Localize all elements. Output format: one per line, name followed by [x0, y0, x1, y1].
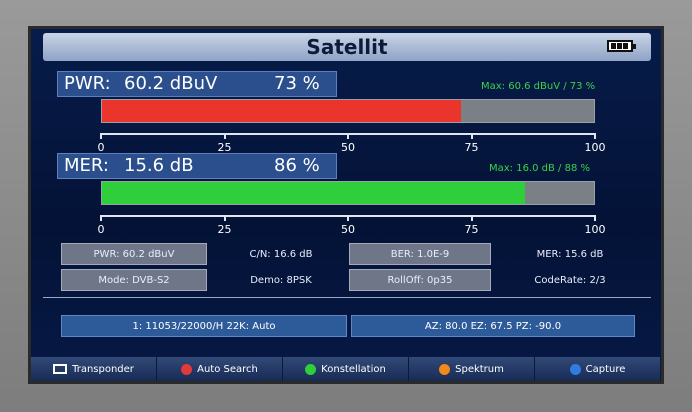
info-coderate: CodeRate: 2/3: [534, 274, 606, 286]
softkey-transponder[interactable]: Transponder: [31, 357, 157, 381]
mer-percent: 86 %: [274, 155, 320, 176]
axis-tick: [470, 133, 473, 139]
info-mode: Mode: DVB-S2: [61, 269, 207, 291]
mer-label: MER:: [64, 155, 109, 176]
battery-icon: [607, 40, 636, 52]
axis-tick: [594, 215, 596, 221]
pwr-bar: [101, 99, 595, 123]
orange-key-icon: [439, 363, 451, 375]
pwr-percent: 73 %: [274, 73, 320, 94]
mer-value: 15.6 dB: [124, 155, 194, 176]
axis-tick: [223, 215, 226, 221]
axis-tick: [100, 133, 102, 139]
mer-bar: [101, 181, 595, 205]
axis-tick: [100, 215, 102, 221]
softkey-konstellation[interactable]: Konstellation: [283, 357, 409, 381]
axis-tick: [470, 215, 473, 221]
pwr-readout: PWR: 60.2 dBuV 73 %: [57, 71, 337, 97]
softkey-auto-search[interactable]: Auto Search: [157, 357, 283, 381]
transponder-selector[interactable]: 1: 11053/22000/H 22K: Auto: [61, 315, 347, 337]
axis-tick-label: 50: [341, 223, 355, 236]
transponder-icon: [53, 364, 68, 374]
mer-max: Max: 16.0 dB / 88 %: [489, 163, 591, 174]
softkey-konstellation-label: Konstellation: [321, 363, 386, 375]
axis-tick-label: 0: [97, 223, 105, 236]
red-key-icon: [181, 363, 193, 375]
softkey-capture-label: Capture: [585, 363, 626, 375]
axis-tick-label: 25: [217, 223, 232, 236]
green-key-icon: [305, 363, 317, 375]
blue-key-icon: [569, 363, 581, 375]
antenna-position: AZ: 80.0 EZ: 67.5 PZ: -90.0: [351, 315, 635, 337]
info-rolloff: RollOff: 0p35: [349, 269, 491, 291]
softkey-spektrum[interactable]: Spektrum: [409, 357, 535, 381]
softkey-bar: Transponder Auto Search Konstellation Sp…: [31, 357, 661, 381]
softkey-spektrum-label: Spektrum: [455, 363, 504, 375]
title-bar: Satellit: [43, 33, 651, 61]
pwr-label: PWR:: [64, 73, 111, 94]
softkey-transponder-label: Transponder: [72, 363, 134, 375]
pwr-axis: 0 25 50 75 100: [98, 133, 606, 154]
page-title: Satellit: [306, 35, 388, 59]
axis-tick-label: 75: [464, 223, 479, 236]
mer-axis: 0 25 50 75 100: [98, 215, 606, 236]
info-demo: Demo: 8PSK: [250, 274, 312, 286]
divider: [43, 297, 651, 298]
softkey-capture[interactable]: Capture: [535, 357, 661, 381]
axis-tick-label: 100: [584, 141, 606, 154]
pwr-bar-fill: [102, 100, 462, 122]
meter-screen: Satellit PWR: 60.2 dBuV 73 % Max: 60.6 d…: [28, 26, 664, 384]
mer-bar-fill: [102, 182, 526, 204]
pwr-value: 60.2 dBuV: [124, 73, 218, 94]
axis-tick: [594, 133, 596, 139]
mer-readout: MER: 15.6 dB 86 %: [57, 153, 337, 179]
axis-tick: [347, 215, 349, 221]
info-cn: C/N: 16.6 dB: [249, 248, 313, 260]
info-ber: BER: 1.0E-9: [349, 243, 491, 265]
info-pwr: PWR: 60.2 dBuV: [61, 243, 207, 265]
pwr-max: Max: 60.6 dBuV / 73 %: [481, 81, 596, 92]
axis-tick-label: 100: [584, 223, 606, 236]
axis-tick: [223, 133, 226, 139]
info-mer: MER: 15.6 dB: [536, 248, 604, 260]
axis-tick: [347, 133, 349, 139]
axis-tick-label: 75: [464, 141, 479, 154]
softkey-auto-search-label: Auto Search: [197, 363, 258, 375]
